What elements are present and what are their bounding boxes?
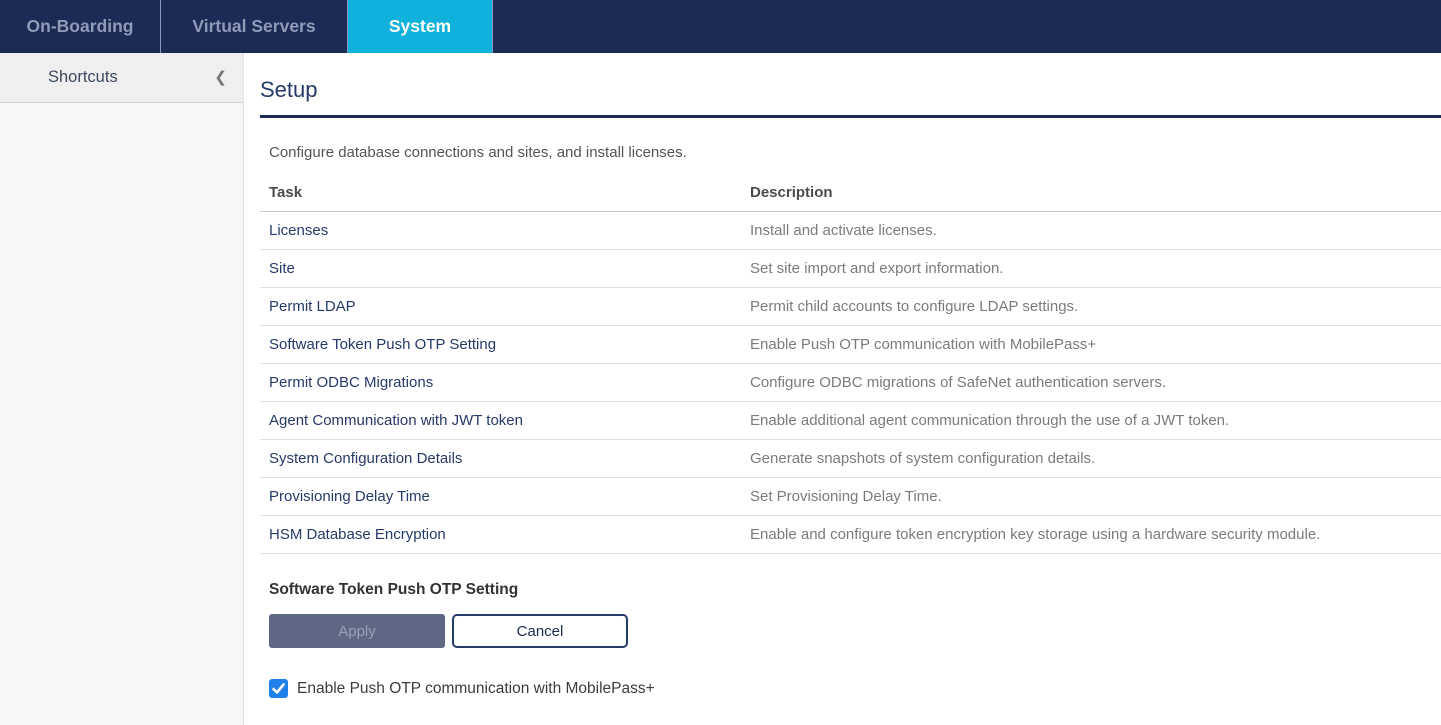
top-nav: On-Boarding Virtual Servers System [0, 0, 1441, 53]
push-otp-checkbox[interactable] [269, 679, 288, 698]
table-row: Permit ODBC Migrations Configure ODBC mi… [260, 364, 1441, 402]
tab-virtual-servers[interactable]: Virtual Servers [161, 0, 348, 53]
push-otp-checkbox-label[interactable]: Enable Push OTP communication with Mobil… [297, 680, 655, 698]
task-link-site[interactable]: Site [269, 260, 295, 277]
task-description: Generate snapshots of system configurati… [741, 440, 1441, 478]
push-otp-checkbox-row: Enable Push OTP communication with Mobil… [269, 679, 1441, 698]
task-link-software-token-push-otp-setting[interactable]: Software Token Push OTP Setting [269, 336, 496, 353]
table-header-row: Task Description [260, 173, 1441, 212]
sidebar-header: Shortcuts ❮ [0, 53, 243, 103]
tab-on-boarding[interactable]: On-Boarding [0, 0, 161, 53]
task-description: Install and activate licenses. [741, 212, 1441, 250]
table-row: HSM Database Encryption Enable and confi… [260, 516, 1441, 554]
sidebar-collapse-icon[interactable]: ❮ [214, 70, 227, 85]
apply-button[interactable]: Apply [269, 614, 445, 648]
table-row: System Configuration Details Generate sn… [260, 440, 1441, 478]
task-description: Enable additional agent communication th… [741, 402, 1441, 440]
table-row: Permit LDAP Permit child accounts to con… [260, 288, 1441, 326]
task-description: Set site import and export information. [741, 250, 1441, 288]
task-link-permit-odbc-migrations[interactable]: Permit ODBC Migrations [269, 374, 433, 391]
table-row: Provisioning Delay Time Set Provisioning… [260, 478, 1441, 516]
task-link-hsm-database-encryption[interactable]: HSM Database Encryption [269, 526, 446, 543]
task-link-agent-communication-jwt[interactable]: Agent Communication with JWT token [269, 412, 523, 429]
table-row: Site Set site import and export informat… [260, 250, 1441, 288]
table-row: Licenses Install and activate licenses. [260, 212, 1441, 250]
task-link-licenses[interactable]: Licenses [269, 222, 328, 239]
page-description: Configure database connections and sites… [269, 144, 1441, 161]
main-content: Setup Configure database connections and… [244, 53, 1441, 725]
page-title: Setup [260, 77, 1441, 118]
task-link-system-configuration-details[interactable]: System Configuration Details [269, 450, 462, 467]
column-header-task: Task [260, 173, 741, 212]
sidebar-title: Shortcuts [48, 68, 118, 87]
column-header-description: Description [741, 173, 1441, 212]
button-row: Apply Cancel [269, 614, 1441, 648]
tab-system[interactable]: System [348, 0, 493, 53]
task-description: Enable Push OTP communication with Mobil… [741, 326, 1441, 364]
sidebar: Shortcuts ❮ [0, 53, 244, 725]
task-description: Enable and configure token encryption ke… [741, 516, 1441, 554]
check-icon [272, 682, 285, 695]
task-description: Configure ODBC migrations of SafeNet aut… [741, 364, 1441, 402]
task-link-provisioning-delay-time[interactable]: Provisioning Delay Time [269, 488, 430, 505]
task-link-permit-ldap[interactable]: Permit LDAP [269, 298, 356, 315]
table-row: Software Token Push OTP Setting Enable P… [260, 326, 1441, 364]
table-row: Agent Communication with JWT token Enabl… [260, 402, 1441, 440]
section-heading: Software Token Push OTP Setting [269, 581, 1441, 599]
task-description: Permit child accounts to configure LDAP … [741, 288, 1441, 326]
task-description: Set Provisioning Delay Time. [741, 478, 1441, 516]
setup-task-table: Task Description Licenses Install and ac… [260, 173, 1441, 554]
cancel-button[interactable]: Cancel [452, 614, 628, 648]
